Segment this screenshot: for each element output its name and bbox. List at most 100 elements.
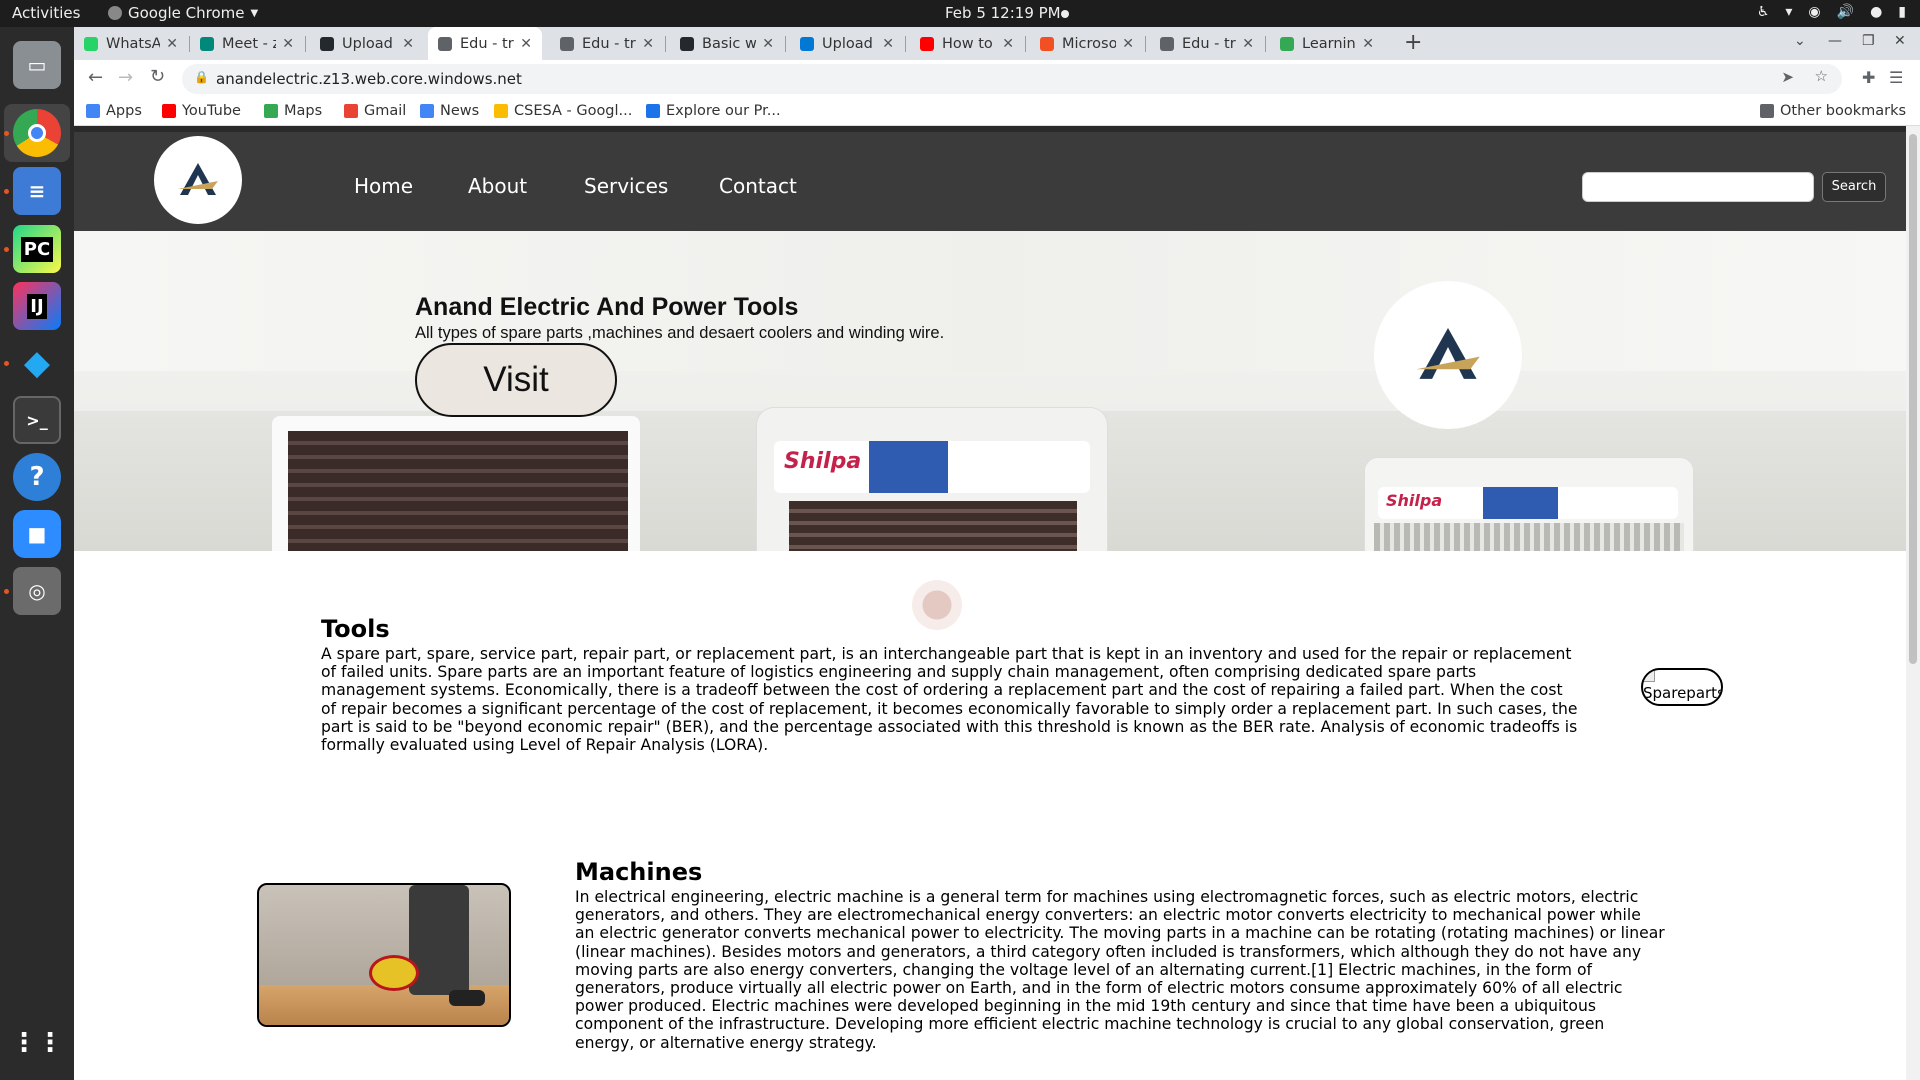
tab-close-icon[interactable]: ✕ (1362, 36, 1374, 52)
system-tray[interactable]: ♿ ▾ ◉ 🔊 ● ▮ (1757, 4, 1906, 20)
loading-spinner-icon (912, 580, 962, 630)
tab-close-icon[interactable]: ✕ (1122, 36, 1134, 52)
tab-close-icon[interactable]: ✕ (642, 36, 654, 52)
bookmark-item[interactable]: Apps (86, 103, 142, 119)
search-button[interactable]: Search (1822, 172, 1886, 202)
bookmark-item[interactable]: News (420, 103, 479, 119)
bookmark-item[interactable]: CSESA - Googl... (494, 103, 632, 119)
bookmark-item[interactable]: Explore our Pr... (646, 103, 781, 119)
spareparts-alt-text: Spareparts (1643, 684, 1723, 702)
browser-tab[interactable]: Learning | F ✕ (1270, 27, 1384, 60)
web-page: Home About Services Contact Search Shilp… (74, 126, 1920, 1080)
browser-tab[interactable]: Upload files ✕ (310, 27, 424, 60)
text-editor-icon[interactable]: ≡ (13, 167, 61, 215)
tab-close-icon[interactable]: ✕ (520, 36, 532, 52)
files-icon[interactable]: ▭ (13, 41, 61, 89)
tab-close-icon[interactable]: ✕ (282, 36, 294, 52)
tab-title: Edu - transfe (1182, 35, 1236, 52)
extensions-icon[interactable]: ✚ (1862, 68, 1875, 87)
browser-tab[interactable]: How to host ✕ (910, 27, 1024, 60)
tab-close-icon[interactable]: ✕ (166, 36, 178, 52)
tab-favicon-icon (800, 36, 814, 51)
terminal-icon[interactable]: >_ (13, 396, 61, 444)
visit-button[interactable]: Visit (415, 343, 617, 417)
browser-tab[interactable]: Edu - transfe ✕ (550, 27, 664, 60)
tab-favicon-icon (84, 36, 98, 51)
search-input[interactable] (1582, 172, 1814, 202)
forward-icon[interactable]: → (118, 67, 133, 88)
back-icon[interactable]: ← (88, 67, 103, 88)
site-logo[interactable] (154, 136, 242, 224)
browser-tab[interactable]: Edu - transfe ✕ (428, 27, 542, 60)
bookmark-item[interactable]: Maps (264, 103, 322, 119)
clock[interactable]: Feb 5 12:19 PM (945, 4, 1061, 22)
chevron-down-icon: ▼ (250, 7, 259, 19)
site-navbar: Home About Services Contact Search (74, 126, 1906, 231)
tab-close-icon[interactable]: ✕ (1242, 36, 1254, 52)
nav-services[interactable]: Services (584, 174, 668, 198)
bookmark-label: CSESA - Googl... (514, 103, 633, 119)
tab-title: Upload blob (822, 35, 876, 52)
close-window-icon[interactable]: ✕ (1894, 33, 1906, 49)
new-tab-icon[interactable]: + (1404, 30, 1422, 55)
scrollbar-thumb[interactable] (1909, 134, 1917, 664)
browser-tab[interactable]: Microsoft A ✕ (1030, 27, 1144, 60)
running-indicator (4, 131, 9, 136)
app-menu[interactable]: Google Chrome ▼ (108, 4, 258, 22)
vscode-icon[interactable]: ◆ (13, 339, 61, 387)
volume-icon[interactable]: 🔊 (1837, 4, 1854, 20)
pycharm-icon[interactable]: PC (13, 225, 61, 273)
hero-background-image: Shilpa Shilpa (74, 231, 1906, 551)
running-indicator (4, 247, 9, 252)
minimize-icon[interactable]: — (1828, 33, 1842, 49)
browser-toolbar: ← → ↻ 🔒 anandelectric.z13.web.core.windo… (74, 60, 1920, 98)
chrome-icon[interactable] (13, 109, 61, 157)
wifi-icon[interactable]: ◉ (1808, 4, 1820, 20)
browser-tab[interactable]: Upload blob ✕ (790, 27, 904, 60)
browser-tab[interactable]: Meet - zk ✕ (190, 27, 304, 60)
bookmark-label: YouTube (182, 103, 241, 119)
nav-contact[interactable]: Contact (719, 174, 797, 198)
show-apps-icon[interactable]: ⋮⋮ (11, 1019, 63, 1067)
tab-separator (1025, 36, 1026, 52)
bookmark-star-icon[interactable]: ☆ (1815, 67, 1828, 85)
bookmark-label: Gmail (364, 103, 407, 119)
chrome-app-icon (108, 6, 122, 20)
bookmark-favicon-icon (86, 104, 100, 118)
broken-image-icon (1643, 670, 1655, 682)
reading-list-icon[interactable]: ☰ (1889, 68, 1903, 87)
running-indicator (4, 189, 9, 194)
help-icon[interactable]: ? (13, 453, 61, 501)
bookmark-item[interactable]: Gmail (344, 103, 406, 119)
screenshot-icon[interactable]: ◎ (13, 567, 61, 615)
send-icon[interactable]: ➤ (1781, 68, 1794, 86)
microphone-icon[interactable]: ● (1870, 4, 1882, 20)
intellij-icon[interactable]: IJ (13, 282, 61, 330)
other-bookmarks[interactable]: Other bookmarks (1760, 103, 1906, 119)
browser-tab[interactable]: Basic writin ✕ (670, 27, 784, 60)
hero-banner: Shilpa Shilpa Anand Electric And Power T… (74, 231, 1906, 551)
nav-about[interactable]: About (468, 174, 527, 198)
tab-close-icon[interactable]: ✕ (882, 36, 894, 52)
tab-search-icon[interactable]: ⌄ (1794, 33, 1806, 49)
accessibility-icon[interactable]: ♿ (1757, 4, 1770, 20)
reload-icon[interactable]: ↻ (150, 66, 165, 87)
tab-favicon-icon (920, 36, 934, 51)
activities-button[interactable]: Activities (12, 4, 80, 22)
browser-tab[interactable]: Edu - transfe ✕ (1150, 27, 1264, 60)
tab-close-icon[interactable]: ✕ (1002, 36, 1014, 52)
nav-home[interactable]: Home (354, 174, 413, 198)
maximize-icon[interactable]: ❐ (1862, 33, 1875, 49)
app-name: Google Chrome (128, 4, 245, 22)
tab-close-icon[interactable]: ✕ (762, 36, 774, 52)
zoom-icon[interactable]: ■ (13, 510, 61, 558)
address-bar[interactable]: 🔒 anandelectric.z13.web.core.windows.net… (182, 64, 1842, 94)
battery-icon[interactable]: ▮ (1898, 4, 1906, 20)
bookmark-label: Apps (106, 103, 142, 119)
browser-tab[interactable]: WhatsApp ✕ (74, 27, 188, 60)
tab-close-icon[interactable]: ✕ (402, 36, 414, 52)
page-scrollbar[interactable] (1906, 126, 1920, 1080)
tab-title: Edu - transfe (582, 35, 636, 52)
chevron-down-icon: ▾ (1785, 4, 1793, 20)
bookmark-item[interactable]: YouTube (162, 103, 241, 119)
